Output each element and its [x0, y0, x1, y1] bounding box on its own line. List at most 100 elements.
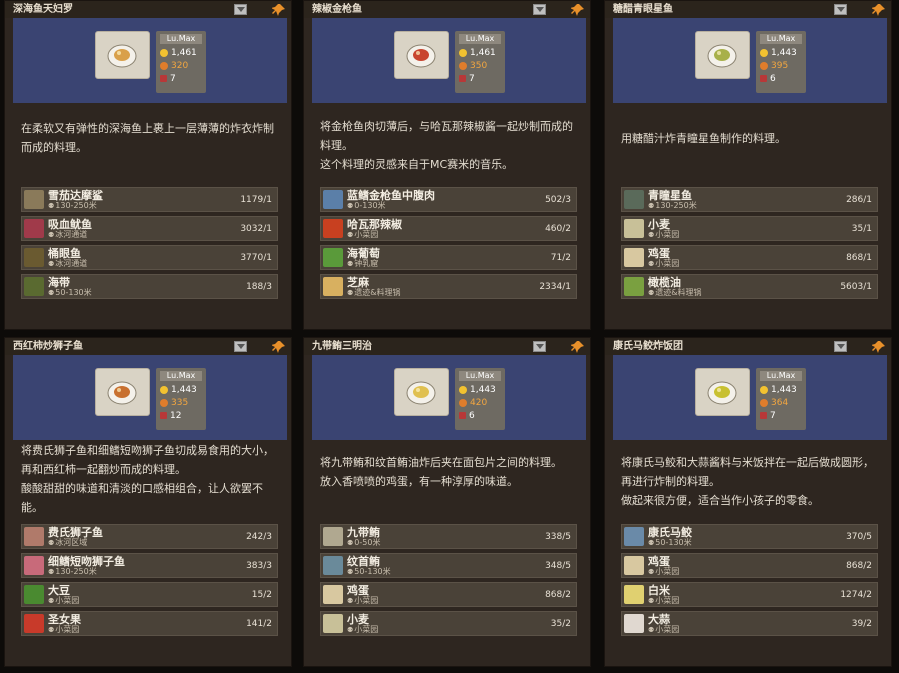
- recipe-title: 九带鲔三明治: [304, 338, 590, 355]
- ninebanded-icon: [323, 527, 343, 546]
- ingredient-count: 1179/1: [240, 195, 272, 205]
- ingredient-location: 冰河通道: [48, 230, 87, 240]
- ingredient-row[interactable]: 小麦小菜园35/2: [320, 611, 577, 636]
- ingredient-location: 小菜园: [648, 567, 679, 577]
- recipe-hero-panel: Lu.Max 1,443 395 6: [613, 18, 887, 103]
- hearts-value: 7: [160, 74, 176, 84]
- ingredient-row[interactable]: 大蒜小菜园39/2: [621, 611, 878, 636]
- ingredient-location: 小菜园: [648, 259, 679, 269]
- ingredient-row[interactable]: 九带鲔0-50米338/5: [320, 524, 577, 549]
- ingredient-list: 九带鲔0-50米338/5 纹首鲔50-130米348/5 鸡蛋小菜园868/2 小麦…: [320, 524, 577, 640]
- ingredient-location: 130-250米: [48, 567, 96, 577]
- stat-text: 420: [470, 398, 488, 408]
- stat-text: 7: [770, 411, 776, 421]
- hearts-value: 12: [160, 411, 181, 421]
- ingredient-location: 小菜园: [648, 596, 679, 606]
- ingredient-row[interactable]: 纹首鲔50-130米348/5: [320, 553, 577, 578]
- level-badge: Lu.Max: [459, 371, 501, 381]
- pin-icon[interactable]: [871, 339, 886, 353]
- pin-icon[interactable]: [271, 339, 286, 353]
- stat-text: 6: [469, 411, 475, 421]
- ingredient-row[interactable]: 橄榄油遗迹&料理锅5603/1: [621, 274, 878, 299]
- coin-icon: [459, 48, 467, 57]
- ingredient-location: 小菜园: [48, 596, 79, 606]
- ingredient-count: 460/2: [545, 224, 571, 234]
- lionfish-icon: [24, 527, 44, 546]
- ingredient-row[interactable]: 芝麻遗迹&料理锅2334/1: [320, 274, 577, 299]
- ingredient-row[interactable]: 海葡萄钟乳窟71/2: [320, 245, 577, 270]
- recipe-title: 辣椒金枪鱼: [304, 1, 590, 18]
- ingredient-row[interactable]: 青瞳星鱼130-250米286/1: [621, 187, 878, 212]
- recipe-stats: Lu.Max 1,461 350 7: [455, 31, 505, 93]
- dropdown-toggle-button[interactable]: [533, 341, 546, 352]
- fan-icon: [160, 398, 168, 407]
- fan-icon: [760, 61, 768, 70]
- dropdown-toggle-button[interactable]: [834, 4, 847, 15]
- stat-text: 6: [770, 74, 776, 84]
- pin-icon[interactable]: [570, 339, 585, 353]
- fan-icon: [459, 61, 467, 70]
- dropdown-toggle-button[interactable]: [234, 4, 247, 15]
- ingredient-row[interactable]: 白米小菜园1274/2: [621, 582, 878, 607]
- hearts-value: 6: [760, 74, 776, 84]
- ingredient-row[interactable]: 大豆小菜园15/2: [21, 582, 278, 607]
- ingredient-count: 39/2: [851, 619, 872, 629]
- dropdown-toggle-button[interactable]: [533, 4, 546, 15]
- dish-image: [95, 31, 150, 79]
- description-paragraph: 将费氏狮子鱼和细鳍短吻狮子鱼切成易食用的大小，再和西红柿一起翻炒而成的料理。: [21, 444, 274, 476]
- ingredient-row[interactable]: 鸡蛋小菜园868/2: [621, 553, 878, 578]
- recipe-description: 将费氏狮子鱼和细鳍短吻狮子鱼切成易食用的大小，再和西红柿一起翻炒而成的料理。 酸酸…: [21, 441, 277, 517]
- ingredient-row[interactable]: 康氏马鲛50-130米370/5: [621, 524, 878, 549]
- dropdown-toggle-button[interactable]: [834, 341, 847, 352]
- recipe-card: 糖醋青眼星鱼 Lu.Max 1,443 395 6 用糖醋汁炸青瞳星鱼制作的料理。 青瞳星鱼…: [604, 0, 892, 330]
- taste-icon: [160, 75, 167, 82]
- ingredient-row[interactable]: 圣女果小菜园141/2: [21, 611, 278, 636]
- ingredient-row[interactable]: 费氏狮子鱼冰河区域242/3: [21, 524, 278, 549]
- ingredient-row[interactable]: 鸡蛋小菜园868/1: [621, 245, 878, 270]
- ingredient-count: 868/2: [846, 561, 872, 571]
- price-value: 1,461: [160, 48, 197, 58]
- stat-text: 335: [171, 398, 189, 408]
- taste-icon: [459, 75, 466, 82]
- ingredient-row[interactable]: 雪茄达摩鲨130-250米1179/1: [21, 187, 278, 212]
- pepper-icon: [323, 219, 343, 238]
- ingredient-row[interactable]: 鸡蛋小菜园868/2: [320, 582, 577, 607]
- coin-icon: [160, 385, 168, 394]
- ingredient-location: 遗迹&料理锅: [648, 288, 701, 298]
- level-badge: Lu.Max: [459, 34, 501, 44]
- ingredient-count: 35/1: [851, 224, 872, 234]
- ingredient-row[interactable]: 蓝鳍金枪鱼中腹肉0-130米502/3: [320, 187, 577, 212]
- ingredient-row[interactable]: 桶眼鱼冰河通道3770/1: [21, 245, 278, 270]
- taste-icon: [760, 412, 767, 419]
- dish-icon: [107, 381, 137, 405]
- ingredient-row[interactable]: 哈瓦那辣椒小菜园460/2: [320, 216, 577, 241]
- ingredient-row[interactable]: 细鳍短吻狮子鱼130-250米383/3: [21, 553, 278, 578]
- egg-icon: [624, 556, 644, 575]
- ingredient-count: 868/1: [846, 253, 872, 263]
- pin-icon[interactable]: [871, 2, 886, 16]
- rice-icon: [624, 585, 644, 604]
- dish-image: [695, 31, 750, 79]
- ingredient-row[interactable]: 小麦小菜园35/1: [621, 216, 878, 241]
- dropdown-toggle-button[interactable]: [234, 341, 247, 352]
- ingredient-location: 小菜园: [648, 625, 679, 635]
- description-paragraph: 放入香喷喷的鸡蛋，有一种淳厚的味道。: [320, 475, 518, 488]
- ingredient-location: 小菜园: [648, 230, 679, 240]
- recipe-hero-panel: Lu.Max 1,461 350 7: [312, 18, 586, 103]
- fans-value: 350: [459, 61, 487, 71]
- dish-image: [95, 368, 150, 416]
- dish-icon: [707, 381, 737, 405]
- pin-icon[interactable]: [570, 2, 585, 16]
- ingredient-count: 5603/1: [840, 282, 872, 292]
- pin-icon[interactable]: [271, 2, 286, 16]
- recipe-title: 糖醋青眼星鱼: [605, 1, 891, 18]
- wheat-icon: [624, 219, 644, 238]
- shark-icon: [24, 190, 44, 209]
- ingredient-count: 15/2: [251, 590, 272, 600]
- ingredient-row[interactable]: 海带50-130米188/3: [21, 274, 278, 299]
- ingredient-location: 50-130米: [648, 538, 691, 548]
- ingredient-row[interactable]: 吸血鱿鱼冰河通道3032/1: [21, 216, 278, 241]
- ingredient-list: 蓝鳍金枪鱼中腹肉0-130米502/3 哈瓦那辣椒小菜园460/2 海葡萄钟乳窟71…: [320, 187, 577, 303]
- recipe-stats: Lu.Max 1,443 364 7: [756, 368, 806, 430]
- fan-icon: [459, 398, 467, 407]
